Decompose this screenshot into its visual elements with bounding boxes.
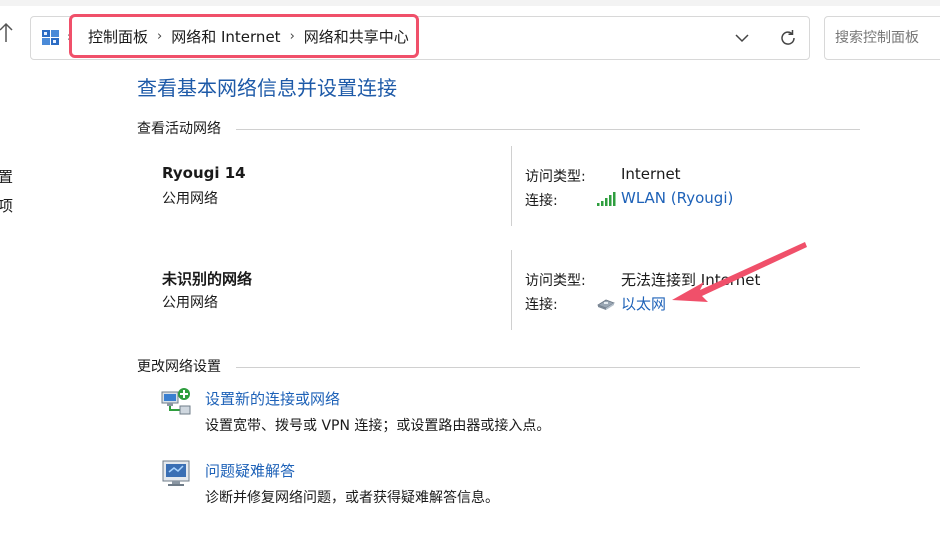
ethernet-icon (596, 295, 616, 311)
breadcrumb-chevron-icon[interactable]: › (157, 29, 162, 44)
page-title: 查看基本网络信息并设置连接 (137, 76, 397, 100)
setup-new-connection-link[interactable]: 设置新的连接或网络 (205, 388, 340, 409)
breadcrumb-chevron-icon[interactable]: › (290, 29, 295, 44)
refresh-icon[interactable] (777, 27, 799, 49)
sidebar-item-cut-1[interactable]: 置 (0, 166, 13, 187)
connection-label: 连接: (525, 193, 558, 209)
search-input[interactable]: 搜索控制面板 (824, 16, 940, 60)
sidebar-item-cut-2[interactable]: 项 (0, 195, 13, 216)
breadcrumb: 控制面板 › 网络和 Internet › 网络和共享中心 (88, 17, 409, 55)
access-type-label: 访问类型: (525, 169, 586, 185)
column-divider (511, 146, 512, 226)
active-networks-label: 查看活动网络 (137, 121, 221, 137)
setup-new-connection-desc: 设置宽带、拨号或 VPN 连接；或设置路由器或接入点。 (205, 418, 551, 434)
breadcrumb-highlight: 控制面板 › 网络和 Internet › 网络和共享中心 (69, 14, 419, 58)
section-divider (236, 129, 860, 130)
breadcrumb-item-network-internet[interactable]: 网络和 Internet (171, 26, 280, 47)
breadcrumb-item-control-panel[interactable]: 控制面板 (88, 26, 148, 47)
annotation-arrow-icon (660, 238, 820, 318)
troubleshoot-link[interactable]: 问题疑难解答 (205, 460, 295, 481)
network-name: 未识别的网络 (162, 270, 253, 288)
wifi-signal-icon (596, 191, 616, 207)
access-type-value: Internet (621, 165, 681, 183)
chevron-down-icon[interactable] (731, 27, 753, 49)
window-top-strip (0, 0, 940, 6)
up-arrow-icon[interactable] (0, 22, 18, 52)
network-name: Ryougi 14 (162, 164, 246, 182)
wlan-connection-link[interactable]: WLAN (Ryougi) (621, 189, 733, 207)
troubleshoot-desc: 诊断并修复网络问题，或者获得疑难解答信息。 (205, 490, 499, 506)
change-settings-label: 更改网络设置 (137, 359, 221, 375)
new-connection-icon (160, 386, 192, 416)
control-panel-icon (41, 28, 61, 48)
breadcrumb-item-network-sharing-center[interactable]: 网络和共享中心 (304, 26, 409, 47)
network-category[interactable]: 公用网络 (162, 188, 218, 208)
access-type-label: 访问类型: (525, 273, 586, 289)
column-divider (511, 250, 512, 330)
troubleshoot-icon (160, 458, 192, 488)
network-category[interactable]: 公用网络 (162, 292, 218, 312)
section-divider (236, 367, 860, 368)
connection-label: 连接: (525, 297, 558, 313)
address-bar[interactable]: › 控制面板 › 网络和 Internet › 网络和共享中心 (30, 14, 810, 60)
search-placeholder: 搜索控制面板 (835, 30, 919, 46)
